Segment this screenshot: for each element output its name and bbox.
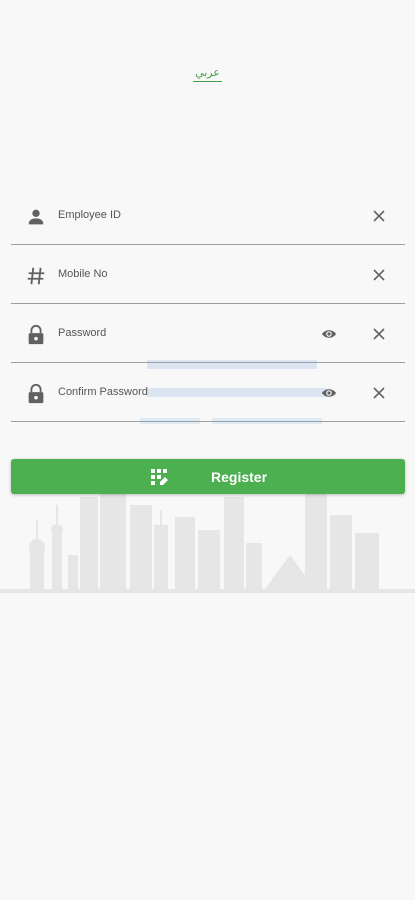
clear-confirm-password-icon[interactable] xyxy=(373,387,385,399)
language-toggle-label[interactable]: عربي xyxy=(193,66,222,82)
employee-id-field[interactable]: Employee ID xyxy=(11,188,405,245)
person-icon xyxy=(28,209,44,225)
confirm-password-field[interactable]: Confirm Password xyxy=(11,365,405,422)
hash-icon xyxy=(27,267,45,285)
password-label: Password xyxy=(58,327,107,339)
lock-icon xyxy=(28,383,44,404)
language-toggle-link[interactable]: عربي xyxy=(0,66,415,82)
clear-employee-id-icon[interactable] xyxy=(373,210,385,222)
lock-icon xyxy=(28,324,44,345)
show-password-eye-icon[interactable] xyxy=(321,328,337,340)
mobile-no-field[interactable]: Mobile No xyxy=(11,247,405,304)
crescent-logo-icon xyxy=(199,14,209,34)
clear-mobile-no-icon[interactable] xyxy=(373,269,385,281)
employee-id-label: Employee ID xyxy=(58,209,121,221)
city-skyline-illustration xyxy=(0,490,415,593)
mobile-no-label: Mobile No xyxy=(58,268,108,280)
password-field[interactable]: Password xyxy=(11,306,405,363)
show-confirm-password-eye-icon[interactable] xyxy=(321,387,337,399)
clear-password-icon[interactable] xyxy=(373,328,385,340)
grid-pencil-icon xyxy=(151,469,168,485)
register-button[interactable]: Register xyxy=(11,459,405,494)
confirm-password-label: Confirm Password xyxy=(58,386,148,398)
register-label: Register xyxy=(211,469,268,485)
